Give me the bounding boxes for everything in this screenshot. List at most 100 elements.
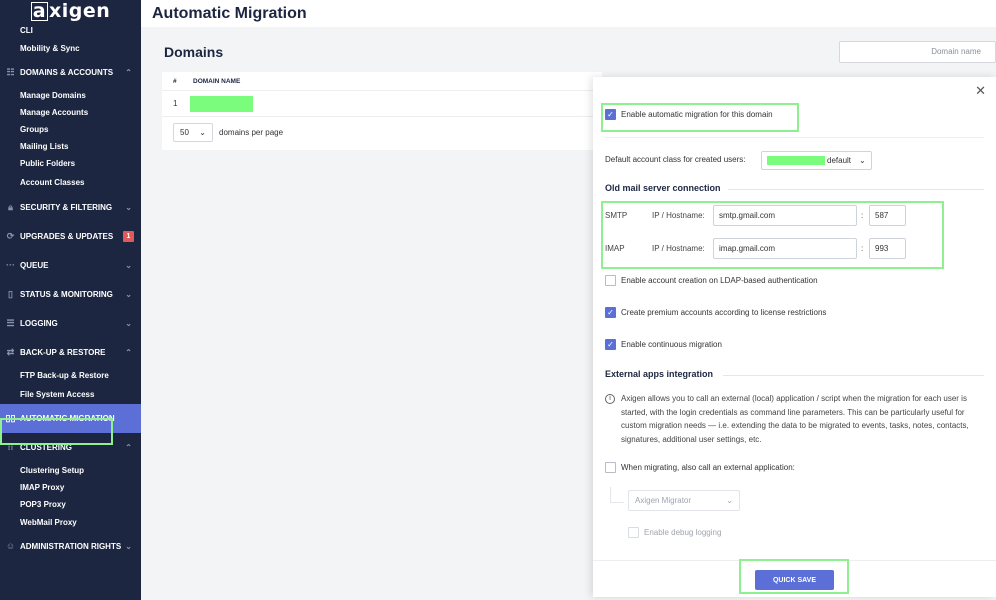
section-label: BACK-UP & RESTORE xyxy=(20,348,106,357)
domains-icon: ☷ xyxy=(6,67,15,77)
sidebar-item-ftp-backup[interactable]: FTP Back-up & Restore xyxy=(0,367,141,384)
account-class-select[interactable]: default ⌄ xyxy=(761,151,872,170)
sidebar-item-public-folders[interactable]: Public Folders xyxy=(0,155,141,172)
section-label: LOGGING xyxy=(20,319,58,328)
external-app-value: Axigen Migrator xyxy=(635,496,692,505)
column-header-index: # xyxy=(173,77,177,85)
ldap-creation-label: Enable account creation on LDAP-based au… xyxy=(621,276,818,285)
lock-icon: 🔒︎ xyxy=(8,202,13,212)
sidebar-item-manage-accounts[interactable]: Manage Accounts xyxy=(0,104,141,121)
debug-logging-checkbox[interactable] xyxy=(628,527,639,538)
highlight-box xyxy=(601,201,944,269)
sidebar-item-groups[interactable]: Groups xyxy=(0,121,141,138)
account-class-value: default xyxy=(827,156,852,165)
sidebar-item-file-system-access[interactable]: File System Access xyxy=(0,384,141,404)
sidebar-item-clustering-setup[interactable]: Clustering Setup xyxy=(0,462,141,479)
chevron-down-icon: ⌄ xyxy=(125,319,132,328)
ldap-creation-checkbox[interactable] xyxy=(605,275,616,286)
chevron-down-icon: ⌄ xyxy=(199,127,206,137)
sidebar-section-admin-rights[interactable]: ☺ ADMINISTRATION RIGHTS ⌄ xyxy=(0,532,141,561)
default-class-label: Default account class for created users: xyxy=(605,155,746,164)
sidebar-section-logging[interactable]: ☰ LOGGING ⌄ xyxy=(0,309,141,338)
sidebar-item-mailing-lists[interactable]: Mailing Lists xyxy=(0,138,141,155)
call-external-checkbox[interactable] xyxy=(605,462,616,473)
chevron-down-icon: ⌄ xyxy=(125,203,132,212)
call-external-label: When migrating, also call an external ap… xyxy=(621,463,795,472)
chevron-down-icon: ⌄ xyxy=(726,496,733,505)
section-label: UPGRADES & UPDATES xyxy=(20,232,114,241)
sidebar-section-upgrades[interactable]: ⟳ UPGRADES & UPDATES 1 xyxy=(0,222,141,251)
axigen-logo: a xigen xyxy=(30,0,111,22)
divider xyxy=(728,189,984,190)
page-header: Automatic Migration xyxy=(141,0,996,27)
users-icon: ☺ xyxy=(5,541,16,551)
sidebar-section-security[interactable]: 🔒︎ SECURITY & FILTERING ⌄ xyxy=(0,193,141,222)
logo: a xigen xyxy=(0,0,141,22)
domain-search-input[interactable]: Domain name xyxy=(839,41,996,63)
chevron-down-icon: ⌄ xyxy=(125,290,132,299)
sidebar-item-pop3-proxy[interactable]: POP3 Proxy xyxy=(0,496,141,513)
column-header-domain-name[interactable]: DOMAIN NAME xyxy=(193,78,240,85)
redacted-value xyxy=(767,156,825,165)
close-icon[interactable]: ✕ xyxy=(975,83,986,99)
sidebar-item-imap-proxy[interactable]: IMAP Proxy xyxy=(0,479,141,496)
highlight-box xyxy=(739,559,849,594)
sidebar-section-queue[interactable]: ··· QUEUE ⌄ xyxy=(0,251,141,280)
call-external-row[interactable]: When migrating, also call an external ap… xyxy=(605,462,795,473)
debug-logging-row[interactable]: Enable debug logging xyxy=(628,527,721,538)
sidebar-section-domains-accounts[interactable]: ☷ DOMAINS & ACCOUNTS ⌃ xyxy=(0,58,141,87)
section-label: ADMINISTRATION RIGHTS xyxy=(20,542,122,551)
chevron-down-icon: ⌄ xyxy=(859,156,866,165)
refresh-icon: ⟳ xyxy=(6,231,15,241)
per-page-value: 50 xyxy=(180,127,189,137)
section-label: QUEUE xyxy=(20,261,49,270)
continuous-migration-label: Enable continuous migration xyxy=(621,340,722,349)
updates-badge: 1 xyxy=(123,231,134,242)
domains-table: # DOMAIN NAME 1 50 ⌄ domains per page xyxy=(162,72,602,150)
domains-title: Domains xyxy=(164,44,224,60)
chevron-up-icon: ⌃ xyxy=(125,443,132,452)
per-page-label: domains per page xyxy=(219,127,284,137)
divider xyxy=(723,375,984,376)
dots-icon: ··· xyxy=(6,260,15,270)
chevron-down-icon: ⌄ xyxy=(125,542,132,551)
table-header: # DOMAIN NAME xyxy=(162,72,602,91)
log-icon: ☰ xyxy=(6,318,15,328)
external-info: i Axigen allows you to call an external … xyxy=(605,392,975,446)
sidebar-item-cli[interactable]: CLI xyxy=(0,22,141,38)
tree-connector xyxy=(610,487,611,503)
page-title: Automatic Migration xyxy=(152,4,307,22)
per-page-select[interactable]: 50 ⌄ xyxy=(173,122,213,142)
section-label: STATUS & MONITORING xyxy=(20,290,113,299)
migration-settings-panel: ✕ ✓ Enable automatic migration for this … xyxy=(593,77,996,597)
chevron-up-icon: ⌃ xyxy=(125,68,132,77)
info-icon: i xyxy=(605,394,615,404)
table-row[interactable]: 1 xyxy=(162,91,602,117)
divider xyxy=(605,137,984,138)
sidebar-item-mobility-sync[interactable]: Mobility & Sync xyxy=(0,38,141,58)
continuous-migration-row[interactable]: ✓ Enable continuous migration xyxy=(605,339,722,350)
sidebar-section-backup[interactable]: ⇄ BACK-UP & RESTORE ⌃ xyxy=(0,338,141,367)
sidebar-item-manage-domains[interactable]: Manage Domains xyxy=(0,87,141,104)
external-apps-title: External apps integration xyxy=(605,369,714,379)
highlight-box xyxy=(601,103,799,132)
row-index: 1 xyxy=(173,99,178,108)
chevron-up-icon: ⌃ xyxy=(125,348,132,357)
external-app-select[interactable]: Axigen Migrator ⌄ xyxy=(628,490,740,511)
sidebar-section-status[interactable]: ▯ STATUS & MONITORING ⌄ xyxy=(0,280,141,309)
transfer-icon: ⇄ xyxy=(6,347,15,357)
sidebar-item-account-classes[interactable]: Account Classes xyxy=(0,172,141,193)
external-info-text: Axigen allows you to call an external (l… xyxy=(621,394,969,444)
sidebar-item-webmail-proxy[interactable]: WebMail Proxy xyxy=(0,513,141,532)
premium-accounts-label: Create premium accounts according to lic… xyxy=(621,308,827,317)
premium-accounts-checkbox[interactable]: ✓ xyxy=(605,307,616,318)
premium-accounts-row[interactable]: ✓ Create premium accounts according to l… xyxy=(605,307,826,318)
old-server-title: Old mail server connection xyxy=(605,183,721,193)
continuous-migration-checkbox[interactable]: ✓ xyxy=(605,339,616,350)
ldap-creation-row[interactable]: Enable account creation on LDAP-based au… xyxy=(605,275,818,286)
section-label: SECURITY & FILTERING xyxy=(20,203,113,212)
chevron-down-icon: ⌄ xyxy=(125,261,132,270)
sidebar: a xigen CLI Mobility & Sync ☷ DOMAINS & A… xyxy=(0,0,141,600)
redacted-domain-name xyxy=(190,95,253,112)
section-label: DOMAINS & ACCOUNTS xyxy=(20,68,114,77)
